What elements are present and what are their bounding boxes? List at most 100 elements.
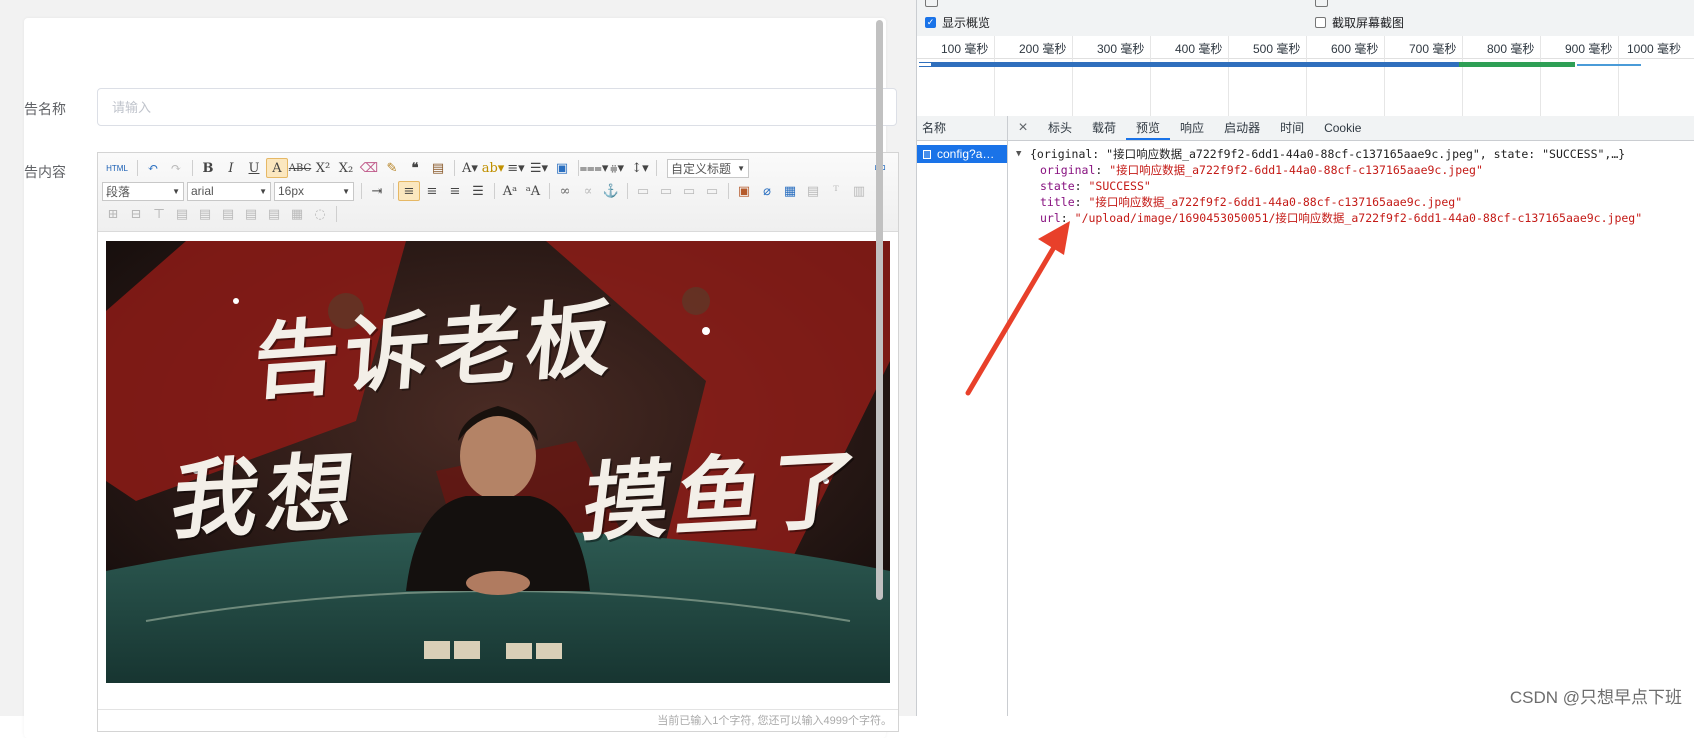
- blockquote-icon[interactable]: ❝: [404, 158, 426, 178]
- subscript-button[interactable]: X₂: [335, 158, 357, 178]
- expand-triangle-icon[interactable]: ▼: [1016, 146, 1030, 162]
- tab-payload[interactable]: 载荷: [1082, 116, 1126, 140]
- table-properties-icon[interactable]: ◌: [309, 204, 331, 224]
- underline-button[interactable]: U: [243, 158, 265, 178]
- tab-initiator[interactable]: 启动器: [1214, 116, 1270, 140]
- tab-headers[interactable]: 标头: [1038, 116, 1082, 140]
- image-center-icon[interactable]: ▭: [701, 181, 723, 201]
- document-icon: [923, 149, 931, 159]
- eraser-icon[interactable]: ⌫: [358, 158, 380, 178]
- name-input[interactable]: [97, 88, 897, 126]
- checkbox-checked-icon[interactable]: ✓: [925, 17, 936, 28]
- network-overview-timeline[interactable]: 100 毫秒 200 毫秒 300 毫秒 400 毫秒 500 毫秒 600 毫…: [917, 36, 1694, 117]
- checkbox-icon[interactable]: [1315, 17, 1326, 28]
- toolbar-divider: [627, 183, 628, 199]
- paste-plain-icon[interactable]: ▤: [427, 158, 449, 178]
- image-float-none-icon[interactable]: ▭: [632, 181, 654, 201]
- align-left-icon[interactable]: ≡: [398, 181, 420, 201]
- strikethrough-button[interactable]: ABC: [289, 158, 311, 178]
- html-source-button[interactable]: HTML: [102, 158, 132, 178]
- timeline-gridline: [1072, 36, 1073, 116]
- custom-title-select[interactable]: 自定义标题 ▼: [667, 158, 749, 178]
- select-all-icon[interactable]: ▣: [551, 158, 573, 178]
- align-center-icon[interactable]: ≡: [421, 181, 443, 201]
- insert-image-icon[interactable]: ▣: [733, 181, 755, 201]
- close-icon[interactable]: ×: [1008, 119, 1038, 137]
- capture-screenshot-label: 截取屏幕截图: [1332, 16, 1405, 30]
- request-list: 名称 config?a…: [917, 116, 1008, 716]
- bold-button[interactable]: B: [197, 158, 219, 178]
- split-rows-icon[interactable]: ▤: [217, 204, 239, 224]
- align-right-icon[interactable]: ≡: [444, 181, 466, 201]
- text-direction-ltr-icon[interactable]: Aᵃ: [499, 181, 521, 201]
- align-justify-icon[interactable]: ☰: [467, 181, 489, 201]
- row-spacing-top-icon[interactable]: ⩶▾: [580, 158, 609, 178]
- json-property: state: "SUCCESS": [1016, 178, 1642, 194]
- font-family-select[interactable]: arial ▼: [187, 181, 271, 201]
- redo-icon[interactable]: ↷: [165, 158, 187, 178]
- undo-icon[interactable]: ↶: [142, 158, 164, 178]
- unlink-icon[interactable]: ∝: [577, 181, 599, 201]
- font-size-select[interactable]: 16px ▼: [274, 181, 354, 201]
- font-color-icon[interactable]: A▾: [459, 158, 481, 178]
- timeline-gridline: [1540, 36, 1541, 116]
- link-icon[interactable]: ∞: [554, 181, 576, 201]
- highlight-color-icon[interactable]: ab▾: [482, 158, 505, 178]
- delete-table-icon[interactable]: ▥: [848, 181, 870, 201]
- json-summary: {original: "接口响应数据_a722f9f2-6dd1-44a0-88…: [1030, 147, 1626, 161]
- request-row-selected[interactable]: config?a…: [917, 145, 1007, 163]
- split-cols-icon[interactable]: ▤: [240, 204, 262, 224]
- timeline-tick: 600 毫秒: [1331, 42, 1379, 56]
- tab-preview[interactable]: 预览: [1126, 116, 1171, 140]
- indent-icon[interactable]: ⇥: [366, 181, 388, 201]
- insert-row-icon[interactable]: ▤: [802, 181, 824, 201]
- unordered-list-icon[interactable]: ☰▾: [528, 158, 550, 178]
- timeline-tick: 700 毫秒: [1409, 42, 1457, 56]
- text-direction-rtl-icon[interactable]: ᵃA: [522, 181, 544, 201]
- request-start-marker: [919, 63, 931, 66]
- show-overview-label: 显示概览: [942, 16, 991, 30]
- timeline-gridline: [994, 36, 995, 116]
- option-checkbox[interactable]: [925, 0, 938, 7]
- watermark: CSDN @只想早点下班: [1509, 688, 1682, 707]
- image-float-left-icon[interactable]: ▭: [655, 181, 677, 201]
- tab-response[interactable]: 响应: [1170, 116, 1214, 140]
- insert-title-row-icon[interactable]: ᵀ: [825, 181, 847, 201]
- superscript-button[interactable]: X²: [312, 158, 334, 178]
- insert-col-icon[interactable]: ⊤: [148, 204, 170, 224]
- merge-down-icon[interactable]: ▤: [194, 204, 216, 224]
- form-card: 告名称 告内容 HTML ↶ ↷ B I U A ABC X² X₂ ⌫: [24, 18, 899, 738]
- timeline-tick: 800 毫秒: [1487, 42, 1535, 56]
- delete-col-icon[interactable]: ▦: [286, 204, 308, 224]
- ordered-list-icon[interactable]: ≡▾: [505, 158, 527, 178]
- italic-button[interactable]: I: [220, 158, 242, 178]
- font-size-value: 16px: [278, 184, 305, 198]
- name-column-header[interactable]: 名称: [917, 116, 1007, 141]
- json-property: url: "/upload/image/1690453050051/接口响应数据…: [1016, 210, 1642, 226]
- split-cells-icon[interactable]: ⊟: [125, 204, 147, 224]
- font-border-button[interactable]: A: [266, 158, 288, 178]
- attachment-icon[interactable]: ⌀: [756, 181, 778, 201]
- image-float-right-icon[interactable]: ▭: [678, 181, 700, 201]
- anchor-icon[interactable]: ⚓: [600, 181, 622, 201]
- inserted-image[interactable]: 告诉老板 我想 摸鱼了: [106, 241, 890, 683]
- json-property: original: "接口响应数据_a722f9f2-6dd1-44a0-88c…: [1016, 162, 1642, 178]
- toolbar-row: HTML ↶ ↷ B I U A ABC X² X₂ ⌫ ✎ ❝ ▤ A▾ ab…: [102, 157, 752, 179]
- toolbar-divider: [361, 183, 362, 199]
- row-spacing-bottom-icon[interactable]: ⩷▾: [606, 158, 628, 178]
- tab-cookies[interactable]: Cookie: [1314, 116, 1371, 140]
- json-key: state: [1040, 179, 1075, 193]
- merge-cells-icon[interactable]: ⊞: [102, 204, 124, 224]
- show-overview-option[interactable]: ✓ 显示概览: [925, 14, 990, 31]
- capture-screenshot-option[interactable]: 截取屏幕截图: [1315, 14, 1404, 31]
- page-scrollbar[interactable]: [876, 20, 883, 600]
- delete-row-icon[interactable]: ▤: [263, 204, 285, 224]
- line-height-icon[interactable]: ↕▾: [629, 158, 651, 178]
- option-checkbox[interactable]: [1315, 0, 1328, 7]
- merge-right-icon[interactable]: ▤: [171, 204, 193, 224]
- tab-timing[interactable]: 时间: [1270, 116, 1314, 140]
- paragraph-select[interactable]: 段落 ▼: [102, 181, 184, 201]
- json-summary-row[interactable]: ▼ {original: "接口响应数据_a722f9f2-6dd1-44a0-…: [1016, 146, 1642, 162]
- insert-table-icon[interactable]: ▦: [779, 181, 801, 201]
- format-painter-icon[interactable]: ✎: [381, 158, 403, 178]
